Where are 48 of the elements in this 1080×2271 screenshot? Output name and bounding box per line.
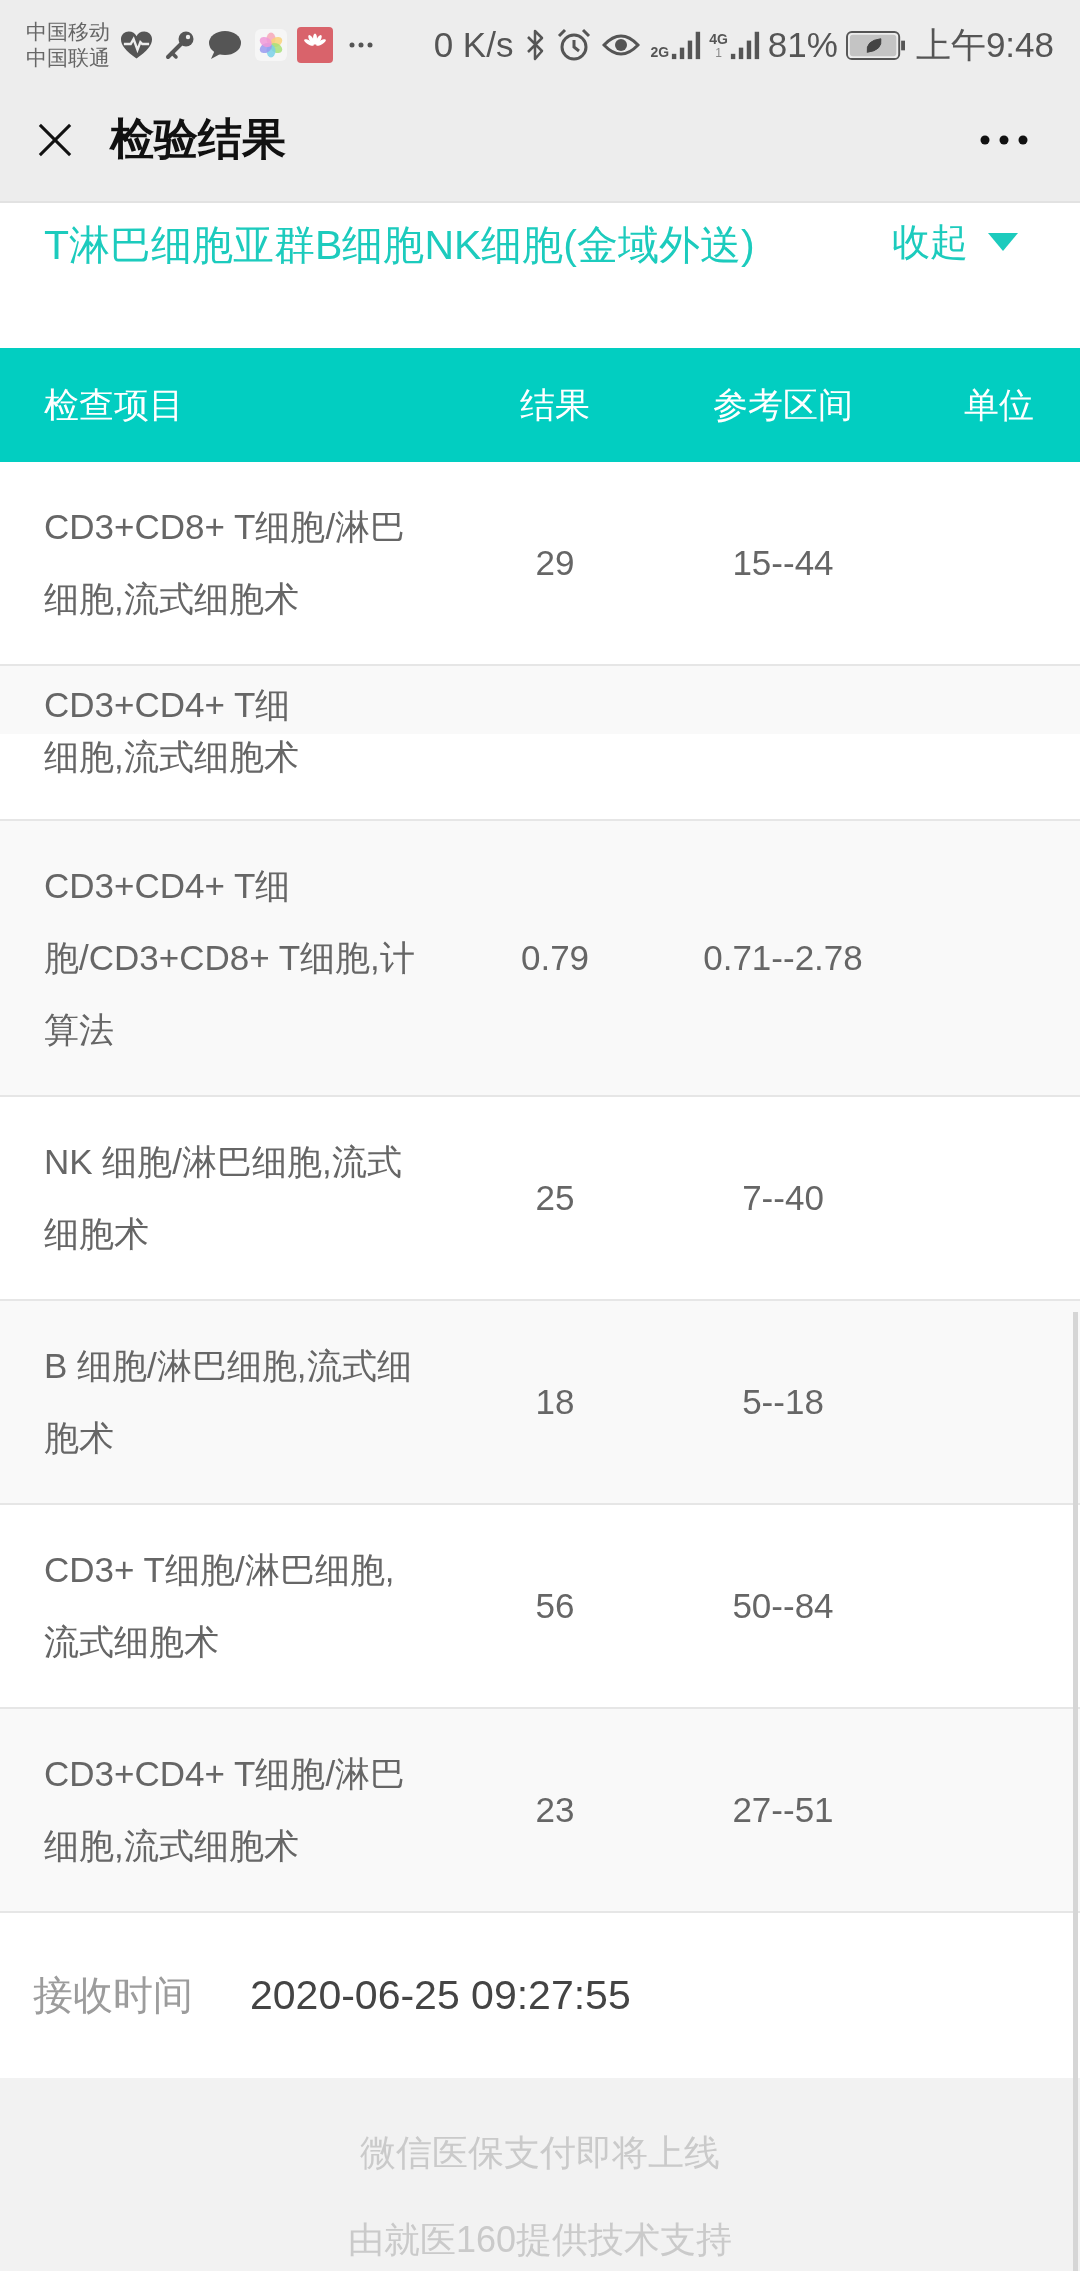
- clock-time: 上午9:48: [915, 23, 1054, 66]
- heart-pulse-icon: [120, 30, 153, 60]
- result-value: 29: [535, 543, 575, 583]
- received-time-value: 2020-06-25 09:27:55: [250, 1972, 631, 2019]
- battery-icon: [845, 30, 906, 60]
- column-header: 参考区间: [713, 383, 853, 426]
- result-value: 0.79: [520, 938, 590, 978]
- collapse-toggle[interactable]: 收起: [892, 217, 1018, 267]
- test-name: CD3+CD4+ T细 细胞,流式细胞术: [44, 684, 300, 778]
- network-type-label: 2G: [650, 45, 670, 60]
- reference-range: 27--51: [732, 1790, 834, 1830]
- test-name: CD3+CD4+ T细胞/淋巴 细胞,流式细胞术: [44, 1753, 407, 1867]
- received-time-label: 接收时间: [33, 1972, 193, 2019]
- result-value: 25: [535, 1178, 575, 1218]
- key-icon: [164, 29, 196, 61]
- reference-range: 7--40: [742, 1178, 824, 1218]
- flower-app-icon: [255, 29, 287, 61]
- result-value: 18: [535, 1382, 575, 1422]
- sim-number-label: 1: [715, 47, 722, 60]
- carrier-name: 中国联通: [26, 45, 110, 71]
- report-title: T淋巴细胞亚群B细胞NK细胞(金域外送): [44, 221, 755, 270]
- result-value: 56: [535, 1586, 575, 1626]
- overflow-dots-icon: [348, 41, 374, 49]
- column-header: 单位: [964, 383, 1034, 426]
- carrier-name: 中国移动: [26, 19, 110, 45]
- signal-bars-icon: [729, 30, 760, 60]
- chat-bubble-icon: [208, 30, 242, 60]
- result-value: 23: [535, 1790, 575, 1830]
- alarm-clock-icon: [557, 28, 592, 62]
- battery-percent: 81%: [767, 25, 838, 65]
- test-name: CD3+ T细胞/淋巴细胞, 流式细胞术: [44, 1549, 396, 1663]
- test-name: B 细胞/淋巴细胞,流式细 胞术: [44, 1345, 413, 1459]
- reference-range: 5--18: [742, 1382, 824, 1422]
- signal-bars-icon: [671, 30, 702, 60]
- fan-logo-app-icon: [297, 27, 333, 63]
- more-icon[interactable]: [980, 134, 1028, 145]
- close-icon[interactable]: [38, 122, 72, 157]
- page-title: 检验结果: [110, 113, 286, 165]
- column-header: 结果: [520, 383, 590, 426]
- reference-range: 0.71--2.78: [703, 938, 863, 978]
- test-name: NK 细胞/淋巴细胞,流式 细胞术: [44, 1141, 403, 1255]
- column-header: 检查项目: [44, 383, 184, 426]
- test-name: CD3+CD8+ T细胞/淋巴 细胞,流式细胞术: [44, 506, 407, 620]
- reference-range: 15--44: [732, 543, 834, 583]
- reference-range: 50--84: [732, 1586, 834, 1626]
- network-type-label: 4G: [709, 32, 728, 47]
- network-speed: 0 K/s: [433, 25, 514, 65]
- test-name: CD3+CD4+ T细 胞/CD3+CD8+ T细胞,计 算法: [44, 865, 416, 1051]
